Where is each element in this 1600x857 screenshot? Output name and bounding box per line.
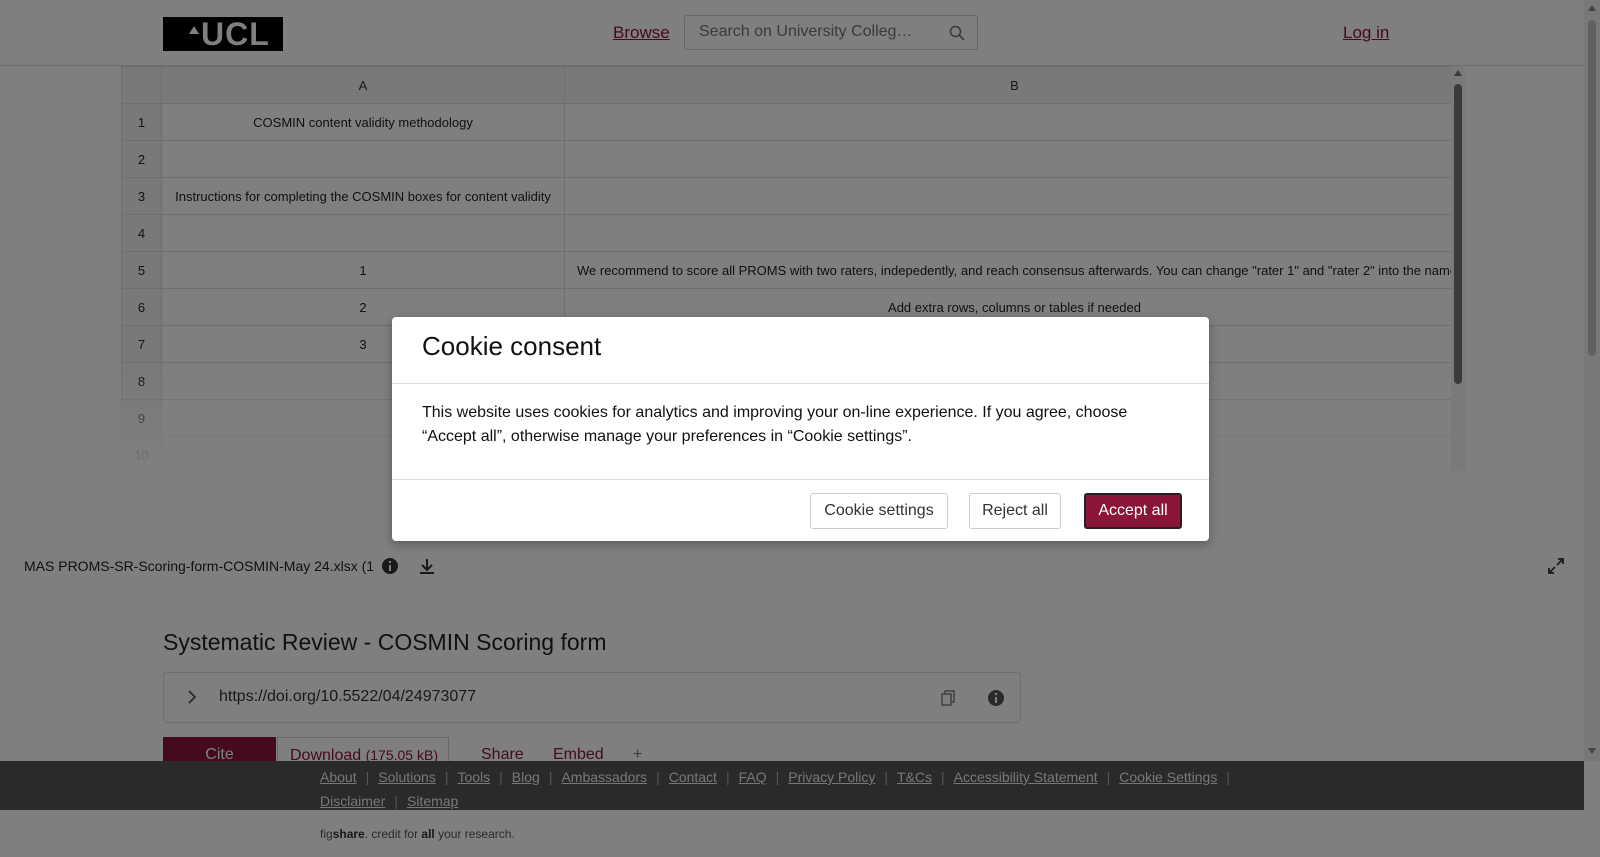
dialog-body: This website uses cookies for analytics … (422, 404, 1128, 445)
dialog-title: Cookie consent (422, 331, 602, 361)
page: UCL Browse Log in A B 1COSMIN content va… (0, 0, 1600, 857)
cookie-consent-dialog: Cookie consent This website uses cookies… (392, 317, 1209, 541)
cookie-settings-button[interactable]: Cookie settings (810, 493, 948, 529)
dialog-divider (392, 383, 1209, 384)
reject-all-button[interactable]: Reject all (969, 493, 1061, 529)
accept-all-button[interactable]: Accept all (1084, 493, 1182, 529)
dialog-divider (392, 479, 1209, 480)
